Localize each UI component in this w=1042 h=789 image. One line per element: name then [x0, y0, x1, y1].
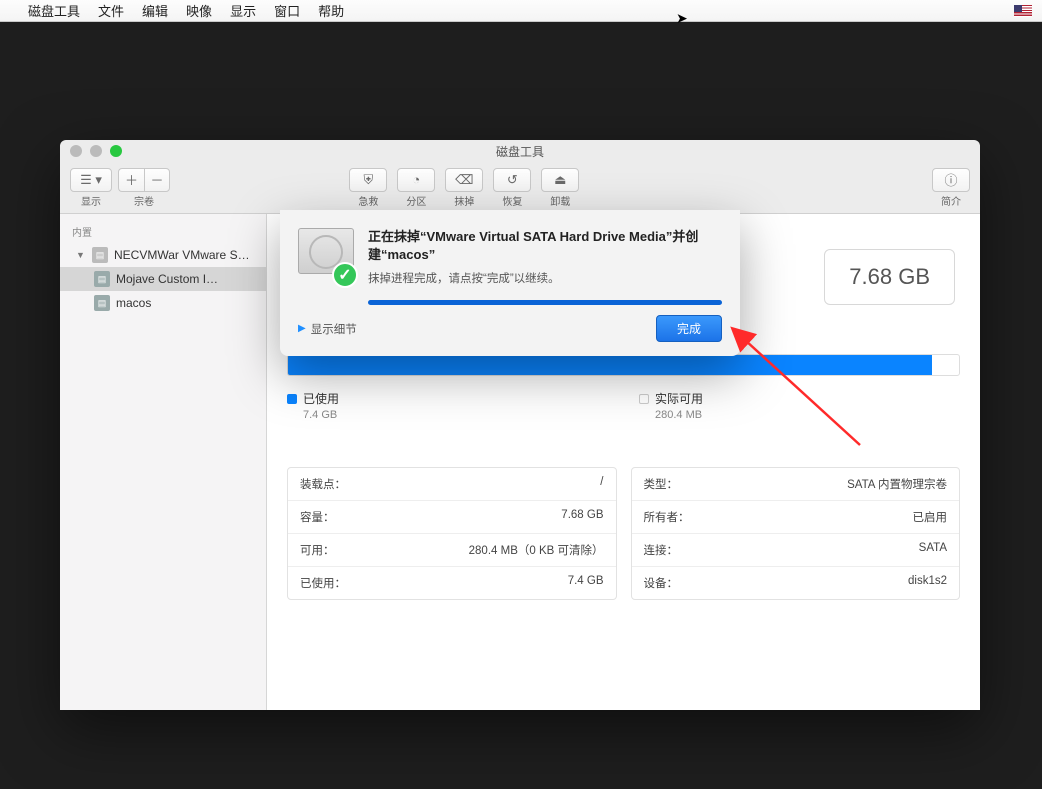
view-mode-button[interactable]: ☰ ▾	[70, 168, 112, 192]
toolbar: ☰ ▾ 显示 ＋ － 宗卷 ⛨ 急救 ◔ 分区 ⌫ 抹掉 ↺ 恢复 ⏏ 卸载 ⓘ 简介	[60, 162, 980, 214]
show-details-label: 显示细节	[311, 321, 357, 337]
info-col-left: 装载点：/ 容量：7.68 GB 可用：280.4 MB（0 KB 可清除） 已…	[287, 467, 617, 600]
menubar-image[interactable]: 映像	[186, 1, 212, 20]
add-volume-button[interactable]: ＋	[118, 168, 144, 192]
view-label: 显示	[81, 193, 101, 208]
legend-free-value: 280.4 MB	[655, 409, 703, 421]
sheet-progress-bar	[368, 300, 722, 305]
menubar: 磁盘工具 文件 编辑 映像 显示 窗口 帮助	[0, 0, 1042, 22]
capacity-box: 7.68 GB	[824, 249, 955, 305]
info-icon: ⓘ	[944, 170, 957, 189]
info-label: 简介	[941, 193, 961, 208]
table-row: 可用：280.4 MB（0 KB 可清除）	[288, 534, 616, 567]
table-row: 所有者：已启用	[632, 501, 960, 534]
legend-used-label: 已使用	[303, 390, 339, 407]
table-row: 连接：SATA	[632, 534, 960, 567]
pie-icon: ◔	[412, 172, 420, 187]
table-row: 类型：SATA 内置物理宗卷	[632, 468, 960, 501]
unmount-button[interactable]: ⏏	[541, 168, 579, 192]
hard-drive-large-icon: ✓	[298, 228, 354, 284]
table-row: 容量：7.68 GB	[288, 501, 616, 534]
eject-icon: ⏏	[554, 172, 566, 188]
partition-button[interactable]: ◔	[397, 168, 435, 192]
stethoscope-icon: ⛨	[363, 172, 373, 188]
sidebar-volume-row[interactable]: ▤ Mojave Custom I…	[60, 267, 266, 291]
sheet-title: 正在抹掉“VMware Virtual SATA Hard Drive Medi…	[368, 228, 722, 264]
menubar-edit[interactable]: 编辑	[142, 1, 168, 20]
sidebar-header-internal: 内置	[60, 220, 266, 243]
volume-label: 宗卷	[134, 193, 154, 208]
close-button[interactable]	[70, 145, 82, 157]
volume-icon: ▤	[94, 295, 110, 311]
restore-label: 恢复	[502, 193, 522, 208]
partition-label: 分区	[406, 193, 426, 208]
sidebar-subvolume-label: macos	[116, 296, 151, 310]
zoom-button[interactable]	[110, 145, 122, 157]
table-row: 已使用：7.4 GB	[288, 567, 616, 599]
erase-complete-sheet: ✓ 正在抹掉“VMware Virtual SATA Hard Drive Me…	[280, 210, 740, 356]
show-details-button[interactable]: ▶ 显示细节	[298, 321, 357, 337]
volume-icon: ▤	[94, 271, 110, 287]
info-button[interactable]: ⓘ	[932, 168, 970, 192]
erase-button[interactable]: ⌫	[445, 168, 483, 192]
sidebar-subvolume-row[interactable]: ▤ macos	[60, 291, 266, 315]
titlebar: 磁盘工具	[60, 140, 980, 162]
menubar-help[interactable]: 帮助	[318, 1, 344, 20]
table-row: 设备：disk1s2	[632, 567, 960, 599]
usage-bar	[287, 354, 960, 376]
sidebar-volume-label: Mojave Custom I…	[116, 272, 218, 286]
volume-segmented: ＋ －	[118, 168, 170, 192]
first-aid-label: 急救	[358, 193, 378, 208]
restore-icon: ↺	[507, 172, 518, 188]
menubar-view[interactable]: 显示	[230, 1, 256, 20]
erase-label: 抹掉	[454, 193, 474, 208]
checkmark-badge-icon: ✓	[332, 262, 358, 288]
menubar-file[interactable]: 文件	[98, 1, 124, 20]
menubar-app[interactable]: 磁盘工具	[28, 1, 80, 20]
done-button[interactable]: 完成	[656, 315, 722, 342]
window-title: 磁盘工具	[496, 143, 544, 160]
sidebar-disk-row[interactable]: ▼ ▤ NECVMWar VMware S…	[60, 243, 266, 267]
remove-volume-button[interactable]: －	[144, 168, 170, 192]
legend-free-label: 实际可用	[655, 390, 703, 407]
restore-button[interactable]: ↺	[493, 168, 531, 192]
legend-used: 已使用 7.4 GB	[287, 390, 339, 421]
legend-free: 实际可用 280.4 MB	[639, 390, 703, 421]
hard-drive-icon: ▤	[92, 247, 108, 263]
unmount-label: 卸载	[550, 193, 570, 208]
play-triangle-icon: ▶	[298, 323, 306, 334]
first-aid-button[interactable]: ⛨	[349, 168, 387, 192]
disclosure-triangle-icon[interactable]: ▼	[76, 250, 86, 260]
input-source-flag-icon[interactable]	[1014, 5, 1032, 17]
sheet-subtitle: 抹掉进程完成，请点按“完成”以继续。	[368, 270, 722, 286]
sidebar: 内置 ▼ ▤ NECVMWar VMware S… ▤ Mojave Custo…	[60, 214, 267, 710]
menubar-window[interactable]: 窗口	[274, 1, 300, 20]
swatch-used-icon	[287, 394, 297, 404]
table-row: 装载点：/	[288, 468, 616, 501]
minimize-button[interactable]	[90, 145, 102, 157]
usage-bar-used	[288, 355, 932, 375]
info-table: 装载点：/ 容量：7.68 GB 可用：280.4 MB（0 KB 可清除） 已…	[287, 467, 960, 600]
traffic-lights	[70, 145, 122, 157]
info-col-right: 类型：SATA 内置物理宗卷 所有者：已启用 连接：SATA 设备：disk1s…	[631, 467, 961, 600]
swatch-free-icon	[639, 394, 649, 404]
eraser-icon: ⌫	[455, 172, 473, 188]
sidebar-disk-label: NECVMWar VMware S…	[114, 248, 250, 262]
legend-used-value: 7.4 GB	[303, 409, 339, 421]
